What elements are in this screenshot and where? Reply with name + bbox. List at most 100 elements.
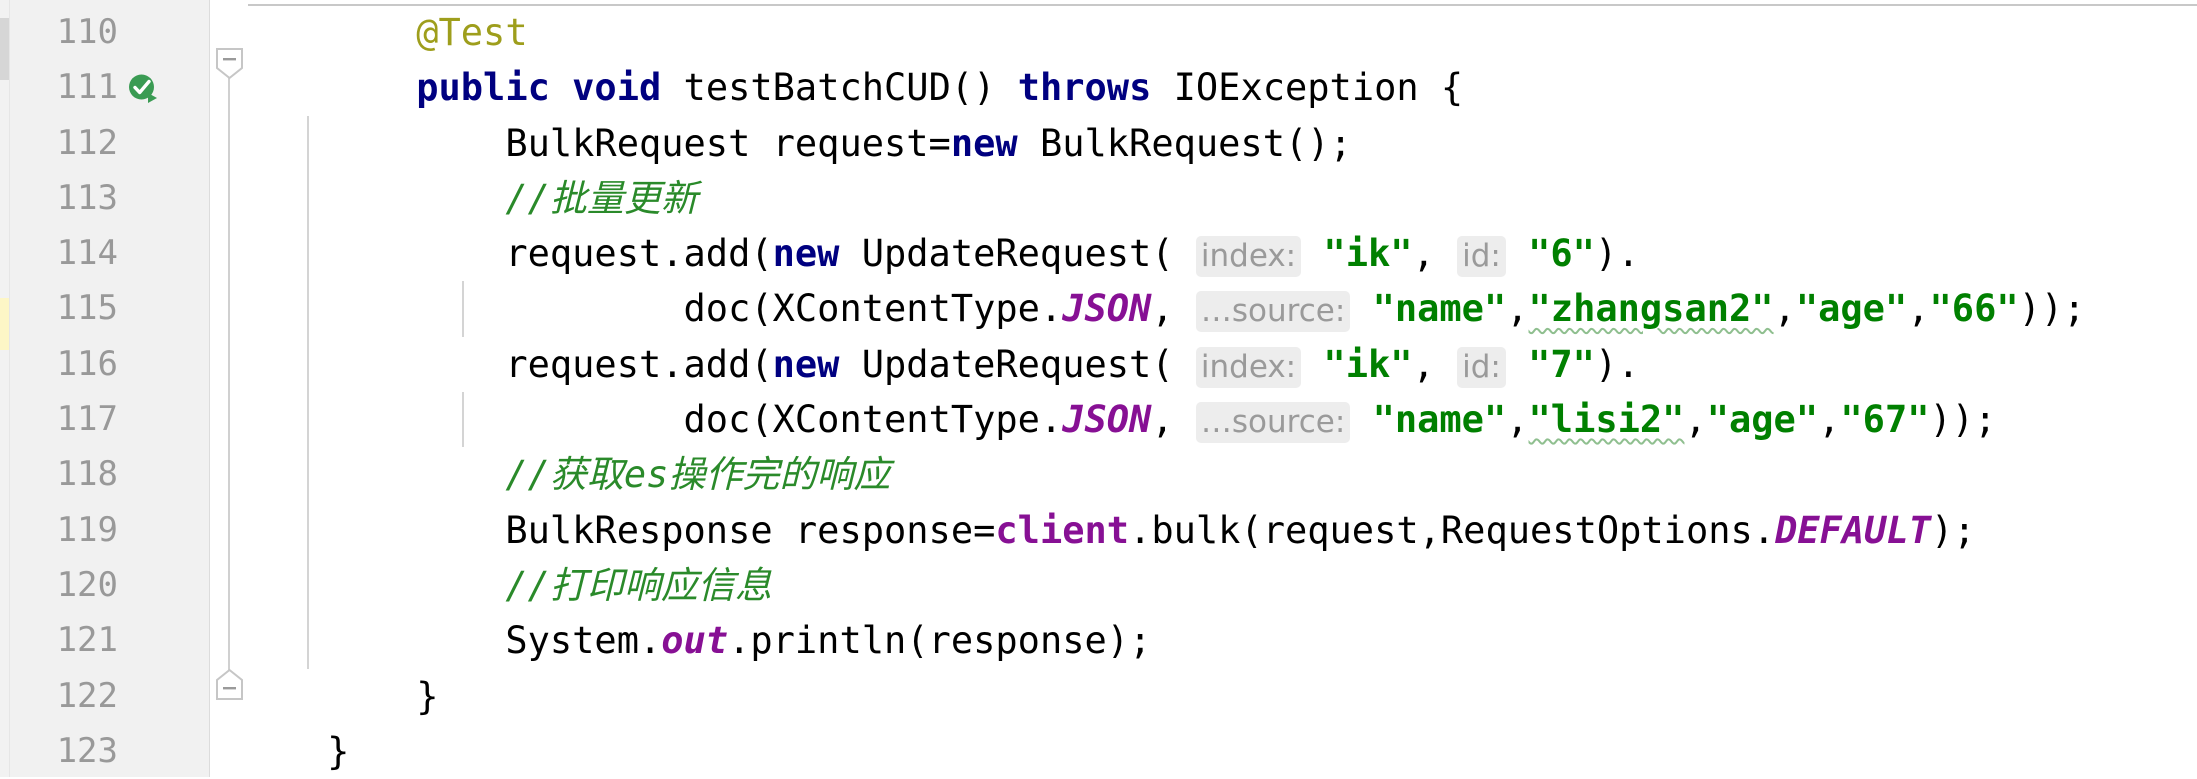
code-token-string: "age": [1795, 287, 1908, 331]
code-text-area[interactable]: @Test public void testBatchCUD() throws …: [210, 0, 2197, 777]
gutter-row[interactable]: 114: [0, 226, 209, 281]
code-line[interactable]: doc(XContentType.JSON, …source: "name","…: [210, 392, 2197, 448]
fold-collapse-start-icon[interactable]: [215, 48, 244, 80]
gutter-row[interactable]: 115: [0, 281, 209, 336]
code-line[interactable]: public void testBatchCUD() throws IOExce…: [210, 60, 2197, 115]
line-number: 114: [56, 233, 118, 274]
code-token-plain: BulkResponse response=: [505, 508, 996, 552]
editor-marker-strip[interactable]: [0, 0, 10, 777]
code-token-keyword: new: [950, 121, 1018, 165]
code-token-plain: doc(XContentType.: [683, 398, 1063, 442]
code-line[interactable]: request.add(new UpdateRequest( index: "i…: [210, 336, 2197, 393]
code-token-plain: ));: [2018, 287, 2086, 331]
code-token-plain: ,: [1907, 287, 1930, 331]
code-line[interactable]: request.add(new UpdateRequest( index: "i…: [210, 226, 2197, 282]
gutter-row[interactable]: 121: [0, 613, 209, 668]
gutter-row[interactable]: 116: [0, 337, 209, 392]
code-token-annotation: @Test: [416, 11, 528, 54]
gutter-row[interactable]: 111: [0, 60, 209, 115]
code-line[interactable]: System.out.println(response);: [210, 613, 2197, 669]
code-token-keyword: void: [572, 66, 662, 110]
code-token-string: "name": [1372, 398, 1507, 442]
code-token-plain: );: [1931, 508, 1976, 552]
gutter-row[interactable]: 112: [0, 116, 209, 171]
code-token-plain: ));: [1929, 398, 1997, 442]
code-token-plain: UpdateRequest(: [839, 342, 1174, 386]
code-line[interactable]: doc(XContentType.JSON, …source: "name","…: [210, 281, 2197, 337]
line-number: 115: [56, 288, 118, 329]
scroll-position-marker[interactable]: [0, 18, 9, 80]
code-token-keyword: public: [416, 66, 550, 110]
code-line[interactable]: //获取es操作完的响应: [210, 447, 2197, 503]
code-token-plain: ).: [1594, 232, 1640, 276]
gutter-row[interactable]: 119: [0, 503, 209, 558]
code-token-string: "7": [1528, 342, 1595, 386]
code-token-plain: ,: [1773, 287, 1796, 331]
line-number: 123: [56, 730, 118, 771]
code-line[interactable]: BulkResponse response=client.bulk(reques…: [210, 502, 2197, 558]
code-token-plain: ,: [1412, 232, 1458, 276]
code-token-comment: //获取es操作完的响应: [505, 453, 891, 497]
gutter-row[interactable]: 122: [0, 669, 209, 724]
code-token-static: out: [661, 619, 729, 663]
code-line[interactable]: @Test: [210, 5, 2197, 60]
code-token-plain: .bulk(request,RequestOptions.: [1129, 508, 1776, 552]
editor-gutter[interactable]: 110 111 112 113 114 115 116 117 118 119 120 121 122 1…: [0, 0, 210, 777]
code-line[interactable]: //打印响应信息: [210, 557, 2197, 614]
gutter-row[interactable]: 110: [0, 5, 209, 60]
code-token-hint: …source:: [1195, 402, 1351, 444]
code-line[interactable]: //批量更新: [210, 170, 2197, 227]
code-token-plain: }: [327, 729, 350, 773]
line-number: 122: [56, 675, 118, 716]
code-line[interactable]: }: [210, 724, 2197, 777]
code-line[interactable]: }: [210, 669, 2197, 724]
code-token-comment: //打印响应信息: [505, 563, 772, 607]
code-token-static: DEFAULT: [1775, 508, 1931, 552]
fold-region-line: [228, 68, 230, 698]
code-token-plain: ).: [1594, 342, 1640, 386]
run-test-icon[interactable]: [128, 72, 162, 104]
code-token-plain: request.add(: [505, 232, 773, 276]
code-token-plain: .println(response);: [728, 619, 1152, 663]
code-token-plain: ,: [1151, 398, 1196, 442]
code-editor[interactable]: 110 111 112 113 114 115 116 117 118 119 120 121 122 1…: [0, 0, 2197, 777]
code-token-plain: }: [416, 674, 439, 718]
code-token-keyword: new: [772, 232, 840, 276]
fold-collapse-end-icon[interactable]: [215, 668, 244, 700]
code-token-plain: UpdateRequest(: [839, 232, 1174, 276]
gutter-row[interactable]: 117: [0, 392, 209, 447]
code-token-plain: IOException {: [1151, 66, 1464, 110]
line-number: 120: [56, 564, 118, 605]
code-token-plain: testBatchCUD(): [661, 66, 1018, 110]
gutter-row[interactable]: 123: [0, 724, 209, 779]
gutter-row[interactable]: 120: [0, 558, 209, 613]
line-number: 110: [56, 12, 118, 52]
code-token-plain: ,: [1818, 398, 1841, 442]
warning-marker[interactable]: [0, 298, 9, 350]
gutter-row[interactable]: 118: [0, 447, 209, 502]
line-number: 118: [56, 454, 118, 495]
code-line[interactable]: BulkRequest request=new BulkRequest();: [210, 115, 2197, 171]
gutter-row[interactable]: 113: [0, 171, 209, 226]
line-number: 113: [56, 177, 118, 218]
code-token-string-spell: "zhangsan2": [1528, 287, 1774, 331]
code-token-string: "67": [1840, 398, 1930, 442]
line-number: 119: [56, 509, 118, 550]
code-folding-column[interactable]: [210, 0, 248, 777]
